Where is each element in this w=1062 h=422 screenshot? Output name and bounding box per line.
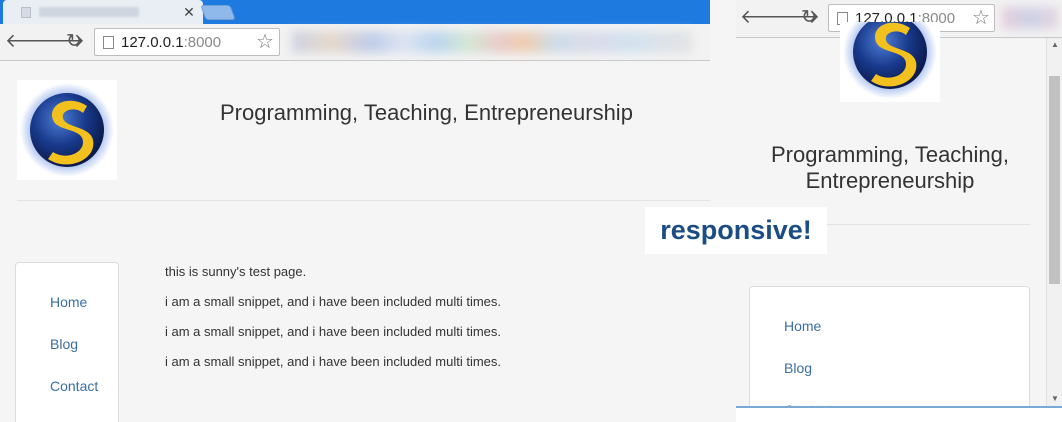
forward-arrow-icon[interactable]: 🡒	[769, 7, 820, 29]
back-arrow-icon[interactable]: 🡐	[5, 31, 56, 53]
site-title-line: Entrepreneurship	[805, 168, 975, 193]
address-bar[interactable]: 127.0.0.1:8000 ☆	[94, 28, 280, 56]
content-line: i am a small snippet, and i have been in…	[165, 354, 502, 369]
reload-icon[interactable]: ↻	[63, 31, 85, 53]
tab-strip: ✕	[0, 0, 710, 24]
back-arrow-icon[interactable]: 🡐	[740, 7, 791, 29]
browser-tab[interactable]: ✕	[3, 0, 203, 24]
responsive-label-text: responsive!	[660, 215, 812, 245]
nav-link-blog[interactable]: Blog	[784, 360, 812, 376]
left-browser-window: ✕ 🡐 🡒 ↻ 127.0.0.1:8000 ☆ Programming, Te…	[0, 0, 710, 422]
tab-close-icon[interactable]: ✕	[180, 3, 198, 21]
content-line: i am a small snippet, and i have been in…	[165, 294, 502, 309]
side-nav: Home Blog Contact	[749, 286, 1030, 422]
logo-s-icon	[843, 22, 937, 99]
scrollbar-thumb[interactable]	[1049, 76, 1060, 284]
site-title-line: Programming, Teaching,	[770, 142, 1010, 167]
forward-arrow-icon[interactable]: 🡒	[34, 31, 85, 53]
taskbar-strip	[736, 406, 1062, 422]
page-icon	[103, 36, 114, 49]
header-divider	[17, 200, 710, 201]
site-title: Programming, Teaching, Entrepreneurship	[220, 100, 633, 125]
reload-icon[interactable]: ↻	[798, 7, 820, 29]
tab-title-blurred	[39, 7, 139, 17]
scroll-up-arrow-icon[interactable]: ▲	[1050, 40, 1060, 50]
nav-link-home[interactable]: Home	[50, 294, 87, 310]
nav-link-home[interactable]: Home	[784, 318, 821, 334]
browser-toolbar: 🡐 🡒 ↻ 127.0.0.1:8000 ☆	[0, 24, 710, 61]
blurred-bookmarks-bar	[292, 31, 692, 53]
scroll-down-arrow-icon[interactable]: ▼	[1050, 394, 1060, 404]
url-host: 127.0.0.1	[121, 34, 184, 51]
address-url: 127.0.0.1:8000	[121, 34, 221, 51]
side-nav: Home Blog Contact	[15, 262, 119, 422]
responsive-label: responsive!	[645, 207, 827, 254]
vertical-scrollbar[interactable]: ▲ ▼	[1046, 38, 1062, 408]
logo-s-icon	[20, 83, 114, 177]
content-line: this is sunny's test page.	[165, 264, 307, 279]
site-logo	[840, 22, 940, 102]
blurred-extensions	[1002, 7, 1058, 29]
bookmark-star-icon[interactable]: ☆	[256, 32, 274, 52]
nav-link-blog[interactable]: Blog	[50, 336, 78, 352]
new-tab-button[interactable]	[200, 5, 236, 20]
content-line: i am a small snippet, and i have been in…	[165, 324, 502, 339]
site-logo	[17, 80, 117, 180]
bookmark-star-icon[interactable]: ☆	[972, 8, 990, 28]
url-port: :8000	[183, 34, 222, 51]
nav-link-contact[interactable]: Contact	[50, 378, 98, 394]
site-title: Programming, Teaching, Entrepreneurship	[750, 142, 1030, 194]
tab-favicon-icon	[21, 7, 31, 18]
